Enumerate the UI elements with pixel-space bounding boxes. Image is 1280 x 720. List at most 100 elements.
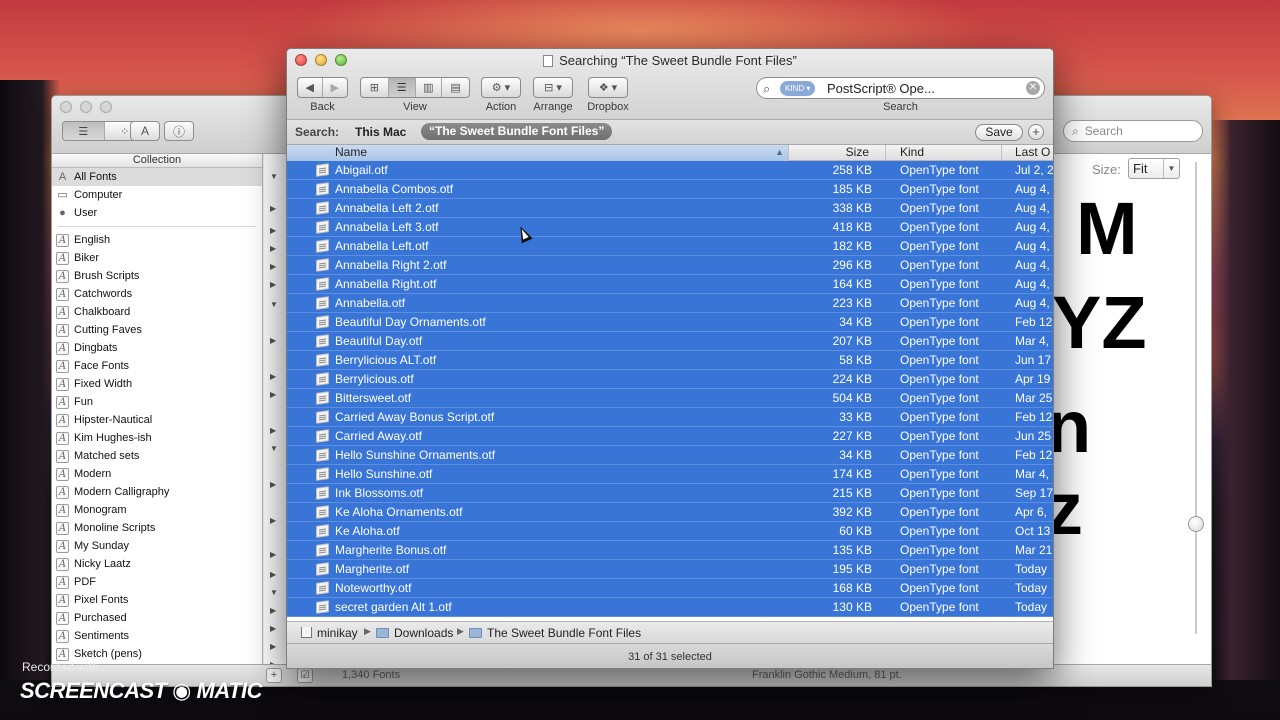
sidebar-item-computer[interactable]: ▭ Computer xyxy=(52,186,262,204)
back-arrow-icon[interactable]: ◀ xyxy=(298,78,323,97)
disclosure-triangle-icon[interactable]: ▶ xyxy=(270,426,276,435)
cover-flow-icon[interactable]: ▤ xyxy=(442,78,469,97)
sidebar-item-collection[interactable]: A Modern xyxy=(52,465,262,483)
file-row[interactable]: Ke Aloha Ornaments.otf 392 KB OpenType fon… xyxy=(287,503,1053,522)
scope-folder[interactable]: “The Sweet Bundle Font Files” xyxy=(421,123,613,140)
file-row[interactable]: Carried Away Bonus Script.otf 33 KB OpenTy… xyxy=(287,408,1053,427)
sidebar-item-collection[interactable]: A Fun xyxy=(52,393,262,411)
fontbook-search-input[interactable]: ⌕ Search xyxy=(1063,120,1203,142)
file-row[interactable]: Berrylicious ALT.otf 58 KB OpenType font Ju… xyxy=(287,351,1053,370)
path-item-home[interactable]: minikay xyxy=(301,626,358,640)
disclosure-triangle-icon[interactable]: ▶ xyxy=(270,624,276,633)
sidebar-item-collection[interactable]: A Purchased xyxy=(52,609,262,627)
file-row[interactable]: Margherite Bonus.otf 135 KB OpenType font M… xyxy=(287,541,1053,560)
sidebar-item-collection[interactable]: A Nicky Laatz xyxy=(52,555,262,573)
gear-icon[interactable]: ⚙ ▾ xyxy=(482,78,520,97)
disclosure-triangle-icon[interactable]: ▶ xyxy=(270,244,276,253)
sidebar-item-collection[interactable]: A Modern Calligraphy xyxy=(52,483,262,501)
disclosure-triangle-icon[interactable]: ▼ xyxy=(270,300,278,309)
list-view-icon[interactable]: ☰ xyxy=(388,78,416,97)
file-row[interactable]: Margherite.otf 195 KB OpenType font Today xyxy=(287,560,1053,579)
enable-font-button[interactable]: ☑ xyxy=(297,668,313,683)
sidebar-item-collection[interactable]: A Chalkboard xyxy=(52,303,262,321)
scope-this-mac[interactable]: This Mac xyxy=(355,125,406,139)
dropbox-icon[interactable]: ❖ ▾ xyxy=(589,78,627,97)
size-slider-track[interactable] xyxy=(1195,162,1197,634)
disclosure-triangle-icon[interactable]: ▶ xyxy=(270,570,276,579)
forward-arrow-icon[interactable]: ▶ xyxy=(323,78,347,97)
arrange-icon[interactable]: ⊟ ▾ xyxy=(534,78,572,97)
file-row[interactable]: Ink Blossoms.otf 215 KB OpenType font Sep 1… xyxy=(287,484,1053,503)
file-row[interactable]: Hello Sunshine.otf 174 KB OpenType font Mar… xyxy=(287,465,1053,484)
disclosure-triangle-icon[interactable]: ▼ xyxy=(270,588,278,597)
search-token-kind[interactable]: KIND ▾ xyxy=(780,81,816,96)
sidebar-item-collection[interactable]: A Monoline Scripts xyxy=(52,519,262,537)
sidebar-item-collection[interactable]: A Matched sets xyxy=(52,447,262,465)
zoom-icon[interactable] xyxy=(100,101,112,113)
disclosure-triangle-icon[interactable]: ▶ xyxy=(270,390,276,399)
disclosure-triangle-icon[interactable]: ▶ xyxy=(270,280,276,289)
file-row[interactable]: Hello Sunshine Ornaments.otf 34 KB OpenTyp… xyxy=(287,446,1053,465)
file-row[interactable]: Bittersweet.otf 504 KB OpenType font Mar 25 xyxy=(287,389,1053,408)
column-header-kind[interactable]: Kind xyxy=(886,145,1002,161)
file-row[interactable]: Beautiful Day Ornaments.otf 34 KB OpenType… xyxy=(287,313,1053,332)
column-view-icon[interactable]: ▥ xyxy=(416,78,443,97)
file-row[interactable]: Berrylicious.otf 224 KB OpenType font Apr 1… xyxy=(287,370,1053,389)
file-row[interactable]: Beautiful Day.otf 207 KB OpenType font Mar … xyxy=(287,332,1053,351)
sidebar-item-collection[interactable]: A Pixel Fonts xyxy=(52,591,262,609)
disclosure-triangle-icon[interactable]: ▶ xyxy=(270,642,276,651)
file-row[interactable]: Ke Aloha.otf 60 KB OpenType font Oct 13 xyxy=(287,522,1053,541)
disclosure-triangle-icon[interactable]: ▶ xyxy=(270,372,276,381)
minimize-icon[interactable] xyxy=(80,101,92,113)
file-row[interactable]: Annabella Left 3.otf 418 KB OpenType font A… xyxy=(287,218,1053,237)
clear-search-icon[interactable]: ✕ xyxy=(1026,81,1040,95)
size-slider-knob[interactable] xyxy=(1188,516,1204,532)
disclosure-triangle-icon[interactable]: ▶ xyxy=(270,226,276,235)
file-row[interactable]: Annabella Combos.otf 185 KB OpenType font A… xyxy=(287,180,1053,199)
sidebar-item-collection[interactable]: A Kim Hughes-ish xyxy=(52,429,262,447)
path-item-folder[interactable]: The Sweet Bundle Font Files xyxy=(469,626,641,640)
save-search-button[interactable]: Save xyxy=(975,124,1023,141)
size-select[interactable]: Fit ▼ xyxy=(1128,158,1180,179)
sidebar-item-collection[interactable]: A Fixed Width xyxy=(52,375,262,393)
file-row[interactable]: Abigail.otf 258 KB OpenType font Jul 2, 2 xyxy=(287,161,1053,180)
sidebar-item-collection[interactable]: A Sentiments xyxy=(52,627,262,645)
file-row[interactable]: Annabella.otf 223 KB OpenType font Aug 4, xyxy=(287,294,1053,313)
sidebar-item-collection[interactable]: A PDF xyxy=(52,573,262,591)
path-item-downloads[interactable]: Downloads xyxy=(376,626,453,640)
sidebar-item-collection[interactable]: A Biker xyxy=(52,249,262,267)
file-row[interactable]: Carried Away.otf 227 KB OpenType font Jun 2… xyxy=(287,427,1053,446)
disclosure-triangle-icon[interactable]: ▶ xyxy=(270,516,276,525)
sidebar-item-collection[interactable]: A Hipster-Nautical xyxy=(52,411,262,429)
add-collection-button[interactable]: + xyxy=(266,668,282,683)
column-header-size[interactable]: Size xyxy=(789,145,886,161)
disclosure-triangle-icon[interactable]: ▶ xyxy=(270,204,276,213)
file-row[interactable]: Noteworthy.otf 168 KB OpenType font Today xyxy=(287,579,1053,598)
sidebar-item-collection[interactable]: A Face Fonts xyxy=(52,357,262,375)
file-row[interactable]: Annabella Left.otf 182 KB OpenType font Aug… xyxy=(287,237,1053,256)
finder-search-field[interactable]: ⌕ KIND ▾ PostScript® Ope... ✕ xyxy=(756,77,1045,99)
disclosure-triangle-icon[interactable]: ▼ xyxy=(270,172,278,181)
sidebar-item-collection[interactable]: A Cutting Faves xyxy=(52,321,262,339)
icon-view-icon[interactable]: ⊞ xyxy=(361,78,389,97)
sidebar-item-collection[interactable]: A Catchwords xyxy=(52,285,262,303)
disclosure-triangle-icon[interactable]: ▼ xyxy=(270,444,278,453)
close-icon[interactable] xyxy=(60,101,72,113)
column-header-name[interactable]: Name ▲ xyxy=(287,145,789,161)
disclosure-triangle-icon[interactable]: ▶ xyxy=(270,550,276,559)
file-row[interactable]: Annabella Right.otf 164 KB OpenType font Au… xyxy=(287,275,1053,294)
file-row[interactable]: Annabella Right 2.otf 296 KB OpenType font… xyxy=(287,256,1053,275)
column-header-last-opened[interactable]: Last O xyxy=(1002,145,1053,161)
file-row[interactable]: Annabella Left 2.otf 338 KB OpenType font A… xyxy=(287,199,1053,218)
font-info-typography-icon[interactable]: A xyxy=(130,121,160,141)
info-icon[interactable]: ⓘ xyxy=(164,121,194,141)
disclosure-triangle-icon[interactable]: ▶ xyxy=(270,606,276,615)
sidebar-item-user[interactable]: ● User xyxy=(52,204,262,222)
sidebar-item-collection[interactable]: A Dingbats xyxy=(52,339,262,357)
disclosure-triangle-icon[interactable]: ▶ xyxy=(270,336,276,345)
file-row[interactable]: secret garden Alt 1.otf 130 KB OpenType fo… xyxy=(287,598,1053,617)
list-view-icon[interactable]: ☰ xyxy=(63,122,105,140)
sidebar-item-collection[interactable]: A My Sunday xyxy=(52,537,262,555)
sidebar-item-collection[interactable]: A English xyxy=(52,231,262,249)
add-criteria-button[interactable]: + xyxy=(1028,124,1044,140)
